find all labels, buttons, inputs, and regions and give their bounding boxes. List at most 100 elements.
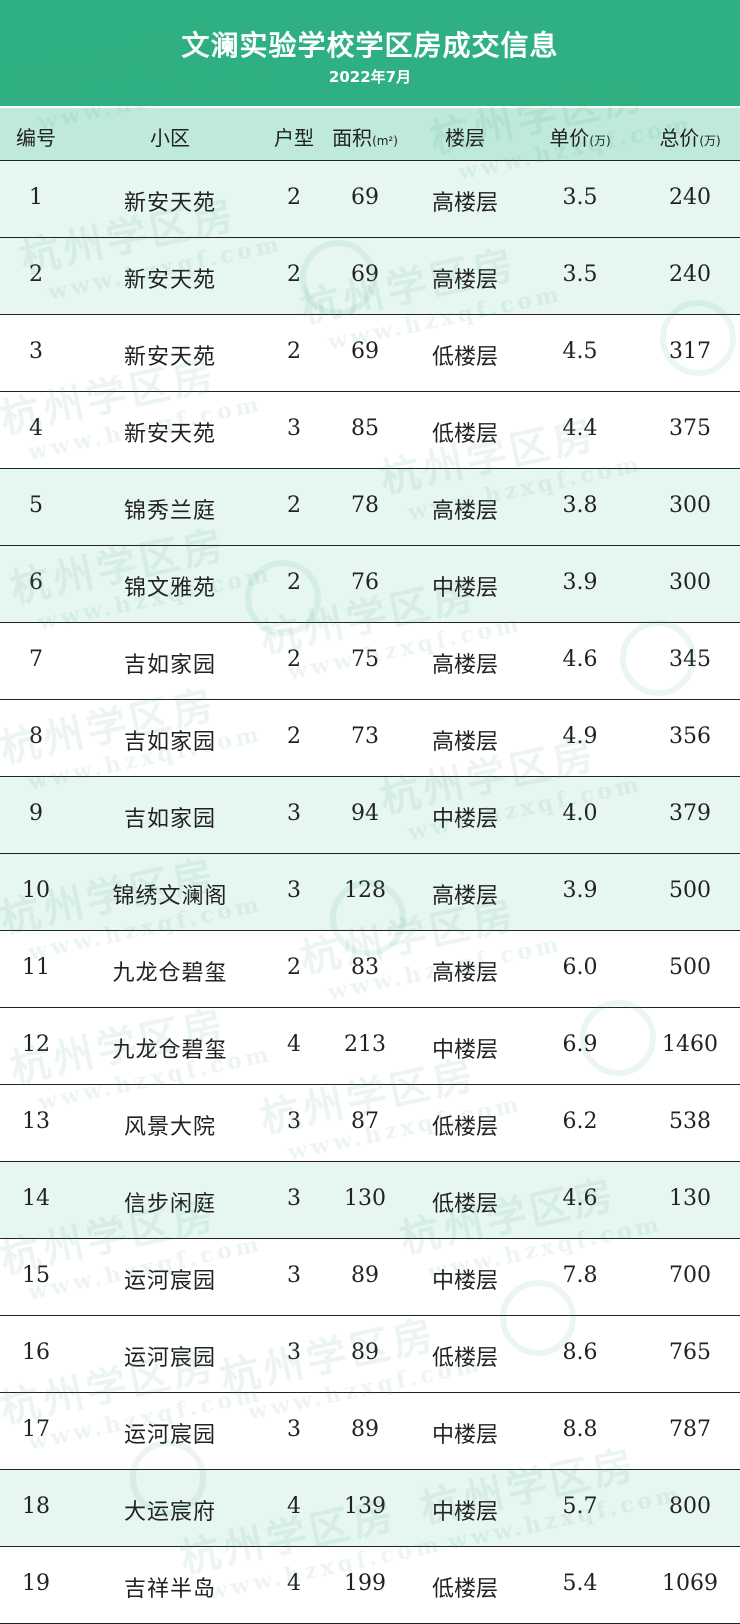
cell-community: 锦绣文澜阁 bbox=[112, 884, 228, 909]
cell-total-price: 700 bbox=[669, 1263, 711, 1288]
cell-unit-price: 3.5 bbox=[562, 185, 598, 210]
cell-layout: 2 bbox=[287, 262, 301, 287]
cell-area: 130 bbox=[344, 1186, 386, 1211]
cell-area: 94 bbox=[351, 801, 379, 826]
table-row: 12 九龙仓碧玺 4 213 中楼层 6.9 1460 bbox=[0, 1008, 740, 1085]
cell-total-price: 345 bbox=[669, 647, 711, 672]
cell-floor: 中楼层 bbox=[431, 1423, 498, 1448]
cell-layout: 2 bbox=[287, 724, 301, 749]
cell-floor: 高楼层 bbox=[431, 653, 498, 678]
column-header-area: 面积(m²) bbox=[332, 126, 398, 150]
cell-layout: 4 bbox=[287, 1571, 301, 1596]
cell-id: 13 bbox=[22, 1109, 50, 1134]
cell-unit-price: 3.9 bbox=[562, 878, 598, 903]
cell-unit-price: 3.9 bbox=[562, 570, 598, 595]
cell-community: 大运宸府 bbox=[123, 1500, 216, 1525]
column-header-id: 编号 bbox=[16, 126, 56, 150]
cell-total-price: 300 bbox=[669, 493, 711, 518]
page-title: 文澜实验学校学区房成交信息 bbox=[181, 29, 559, 62]
table-row: 6 锦文雅苑 2 76 中楼层 3.9 300 bbox=[0, 546, 740, 623]
cell-area: 85 bbox=[351, 416, 379, 441]
total-price-unit: (万) bbox=[699, 134, 721, 148]
cell-unit-price: 4.6 bbox=[562, 1186, 598, 1211]
cell-community: 运河宸园 bbox=[123, 1269, 216, 1294]
cell-id: 7 bbox=[29, 647, 43, 672]
table-header: 编号 小区 户型 面积(m²) 楼层 单价(万) 总价(万) bbox=[0, 108, 740, 161]
table-row: 2 新安天苑 2 69 高楼层 3.5 240 bbox=[0, 238, 740, 315]
cell-layout: 3 bbox=[287, 1263, 301, 1288]
table-row: 17 运河宸园 3 89 中楼层 8.8 787 bbox=[0, 1393, 740, 1470]
cell-floor: 中楼层 bbox=[431, 576, 498, 601]
table-row: 16 运河宸园 3 89 低楼层 8.6 765 bbox=[0, 1316, 740, 1393]
cell-floor: 高楼层 bbox=[431, 268, 498, 293]
table-row: 18 大运宸府 4 139 中楼层 5.7 800 bbox=[0, 1470, 740, 1547]
cell-layout: 2 bbox=[287, 339, 301, 364]
cell-floor: 中楼层 bbox=[431, 1500, 498, 1525]
cell-community: 新安天苑 bbox=[123, 345, 216, 370]
cell-total-price: 500 bbox=[669, 878, 711, 903]
cell-total-price: 240 bbox=[669, 185, 711, 210]
cell-floor: 低楼层 bbox=[431, 422, 498, 447]
cell-id: 5 bbox=[29, 493, 43, 518]
cell-floor: 中楼层 bbox=[431, 807, 498, 832]
cell-layout: 3 bbox=[287, 1417, 301, 1442]
table-row: 14 信步闲庭 3 130 低楼层 4.6 130 bbox=[0, 1162, 740, 1239]
cell-community: 吉如家园 bbox=[123, 730, 216, 755]
cell-id: 11 bbox=[22, 955, 50, 980]
cell-community: 新安天苑 bbox=[123, 422, 216, 447]
cell-community: 锦文雅苑 bbox=[123, 576, 216, 601]
cell-community: 运河宸园 bbox=[123, 1423, 216, 1448]
cell-total-price: 379 bbox=[669, 801, 711, 826]
page-subtitle: 2022年7月 bbox=[328, 68, 412, 86]
cell-id: 6 bbox=[29, 570, 43, 595]
cell-floor: 低楼层 bbox=[431, 1115, 498, 1140]
table-row: 1 新安天苑 2 69 高楼层 3.5 240 bbox=[0, 161, 740, 238]
cell-id: 18 bbox=[22, 1494, 50, 1519]
cell-area: 89 bbox=[351, 1417, 379, 1442]
cell-area: 213 bbox=[344, 1032, 386, 1057]
cell-id: 17 bbox=[22, 1417, 50, 1442]
cell-layout: 2 bbox=[287, 185, 301, 210]
cell-layout: 2 bbox=[287, 955, 301, 980]
column-header-total-price: 总价(万) bbox=[659, 126, 721, 150]
cell-unit-price: 6.0 bbox=[562, 955, 598, 980]
cell-id: 14 bbox=[22, 1186, 50, 1211]
cell-area: 128 bbox=[344, 878, 386, 903]
cell-total-price: 300 bbox=[669, 570, 711, 595]
cell-floor: 高楼层 bbox=[431, 884, 498, 909]
cell-id: 9 bbox=[29, 801, 43, 826]
table-row: 10 锦绣文澜阁 3 128 高楼层 3.9 500 bbox=[0, 854, 740, 931]
cell-community: 风景大院 bbox=[123, 1115, 216, 1140]
cell-community: 新安天苑 bbox=[123, 268, 216, 293]
cell-id: 2 bbox=[29, 262, 43, 287]
cell-unit-price: 8.6 bbox=[562, 1340, 598, 1365]
cell-unit-price: 6.2 bbox=[562, 1109, 598, 1134]
table-row: 9 吉如家园 3 94 中楼层 4.0 379 bbox=[0, 777, 740, 854]
cell-area: 78 bbox=[351, 493, 379, 518]
cell-community: 吉祥半岛 bbox=[123, 1577, 216, 1602]
cell-total-price: 317 bbox=[669, 339, 711, 364]
cell-floor: 高楼层 bbox=[431, 730, 498, 755]
cell-floor: 低楼层 bbox=[431, 1346, 498, 1371]
cell-unit-price: 8.8 bbox=[562, 1417, 598, 1442]
cell-id: 15 bbox=[22, 1263, 50, 1288]
cell-layout: 3 bbox=[287, 801, 301, 826]
cell-id: 19 bbox=[22, 1571, 50, 1596]
column-header-floor: 楼层 bbox=[445, 126, 485, 150]
cell-unit-price: 3.8 bbox=[562, 493, 598, 518]
cell-area: 73 bbox=[351, 724, 379, 749]
table-row: 11 九龙仓碧玺 2 83 高楼层 6.0 500 bbox=[0, 931, 740, 1008]
cell-floor: 高楼层 bbox=[431, 499, 498, 524]
cell-floor: 低楼层 bbox=[431, 345, 498, 370]
cell-id: 10 bbox=[22, 878, 50, 903]
cell-community: 新安天苑 bbox=[123, 191, 216, 216]
title-banner: 文澜实验学校学区房成交信息 2022年7月 bbox=[0, 0, 740, 106]
cell-total-price: 1069 bbox=[662, 1571, 718, 1596]
cell-floor: 低楼层 bbox=[431, 1192, 498, 1217]
cell-unit-price: 4.5 bbox=[562, 339, 598, 364]
cell-total-price: 787 bbox=[669, 1417, 711, 1442]
cell-area: 76 bbox=[351, 570, 379, 595]
cell-area: 83 bbox=[351, 955, 379, 980]
cell-total-price: 765 bbox=[669, 1340, 711, 1365]
cell-community: 吉如家园 bbox=[123, 807, 216, 832]
